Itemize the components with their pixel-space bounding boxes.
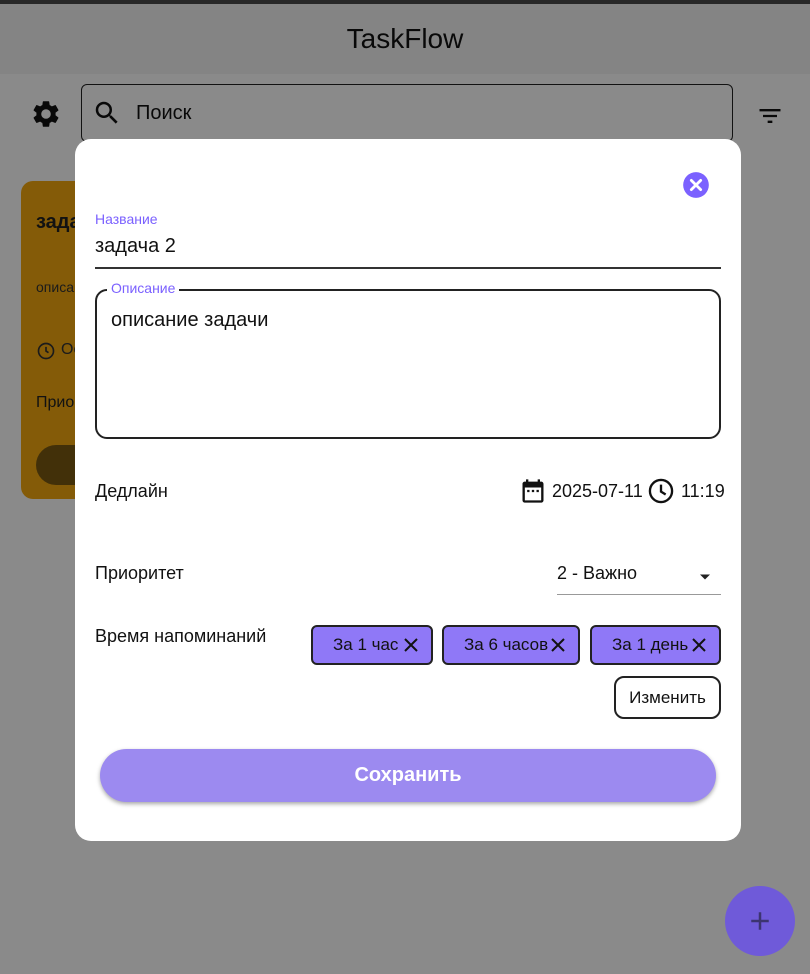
remove-reminder-icon[interactable] bbox=[550, 637, 566, 653]
reminder-chip[interactable]: За 1 час bbox=[311, 625, 433, 665]
caret-down-icon bbox=[700, 574, 710, 580]
description-field[interactable]: Описание описание задачи bbox=[95, 280, 721, 439]
priority-select[interactable]: 2 - Важно bbox=[557, 557, 721, 595]
description-label: Описание bbox=[107, 280, 180, 296]
deadline-date[interactable]: 2025-07-11 bbox=[552, 481, 643, 502]
reminder-chip-label: За 1 день bbox=[612, 635, 689, 654]
edit-task-dialog: Название задача 2 Описание описание зада… bbox=[75, 139, 741, 841]
deadline-label: Дедлайн bbox=[95, 481, 168, 501]
remove-reminder-icon[interactable] bbox=[403, 637, 419, 653]
name-label: Название bbox=[95, 211, 158, 227]
reminder-chip-label: За 1 час bbox=[333, 635, 399, 654]
description-value[interactable]: описание задачи bbox=[111, 309, 268, 332]
reminder-chip[interactable]: За 1 день bbox=[590, 625, 721, 665]
add-task-button[interactable] bbox=[725, 886, 795, 956]
clock-icon[interactable] bbox=[647, 477, 675, 505]
reminder-chip[interactable]: За 6 часов bbox=[442, 625, 580, 665]
reminders-label: Время напоминаний bbox=[95, 626, 267, 646]
plus-icon bbox=[751, 912, 769, 930]
name-field[interactable]: Название задача 2 bbox=[95, 209, 721, 269]
save-button[interactable]: Сохранить bbox=[100, 749, 716, 802]
deadline-time[interactable]: 11:19 bbox=[681, 481, 725, 502]
reminder-chip-label: За 6 часов bbox=[464, 635, 549, 654]
calendar-icon[interactable] bbox=[519, 477, 547, 505]
close-icon[interactable] bbox=[682, 171, 710, 199]
name-value[interactable]: задача 2 bbox=[95, 235, 176, 258]
name-underline bbox=[95, 267, 721, 269]
priority-label: Приоритет bbox=[95, 563, 184, 583]
change-reminders-button[interactable]: Изменить bbox=[614, 676, 721, 719]
priority-value: 2 - Важно bbox=[557, 563, 638, 583]
remove-reminder-icon[interactable] bbox=[691, 637, 707, 653]
